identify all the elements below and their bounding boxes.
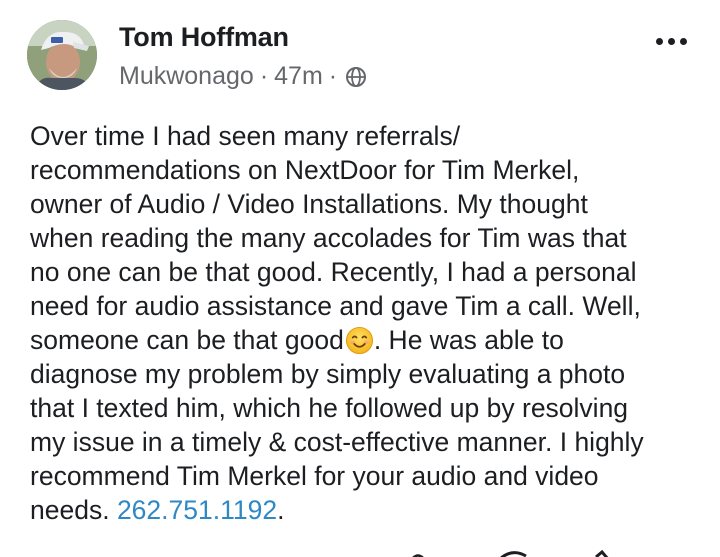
post-text-line: . (277, 495, 285, 525)
author-avatar[interactable] (27, 20, 97, 90)
post-text-line: recommendations on NextDoor for Tim Merk… (30, 155, 580, 185)
more-options-icon (655, 37, 663, 45)
post-text-line: diagnose my problem by simply evaluating… (30, 359, 626, 389)
more-options-icon (679, 37, 687, 45)
author-location[interactable]: Mukwonago (119, 62, 254, 91)
post-text-line: when reading the many accolades for Tim … (30, 223, 627, 253)
avatar-photo-icon (27, 20, 97, 90)
post-text-line: no one can be that good. Recently, I had… (30, 257, 637, 287)
meta-separator: · (328, 62, 338, 90)
phone-number-link[interactable]: 262.751.1192 (117, 495, 277, 525)
post-header: Tom Hoffman Mukwonago · 47m · (0, 0, 720, 110)
post-text: Over time I had seen many referrals/ rec… (30, 119, 710, 527)
meta-separator: · (259, 62, 269, 90)
post-text-line: someone can be that good (30, 325, 344, 355)
post-text-line: recommend Tim Merkel for your audio and … (30, 461, 599, 491)
post-text-line: owner of Audio / Video Installations. My… (30, 189, 588, 219)
post-text-line: Over time I had seen many referrals/ (30, 121, 461, 151)
reaction-bar-edge (0, 546, 720, 557)
post-text-line: needs. (30, 495, 117, 525)
post-text-line: need for audio assistance and gave Tim a… (30, 291, 641, 321)
globe-icon (346, 66, 367, 87)
post-time[interactable]: 47m (274, 62, 323, 91)
more-options-button[interactable] (648, 26, 694, 56)
post-text-line: . He was able to (373, 325, 564, 355)
post-meta: Mukwonago · 47m · (119, 62, 367, 91)
post-text-line: my issue in a timely & cost-effective ma… (30, 427, 644, 457)
post-text-line: that I texted him, which he followed up … (30, 393, 629, 423)
more-options-icon (667, 37, 675, 45)
reaction-bar-icons-edge (412, 549, 609, 557)
smiling-face-emoji-icon (345, 326, 373, 355)
author-name[interactable]: Tom Hoffman (119, 22, 289, 53)
post-body: Over time I had seen many referrals/ rec… (30, 119, 710, 527)
